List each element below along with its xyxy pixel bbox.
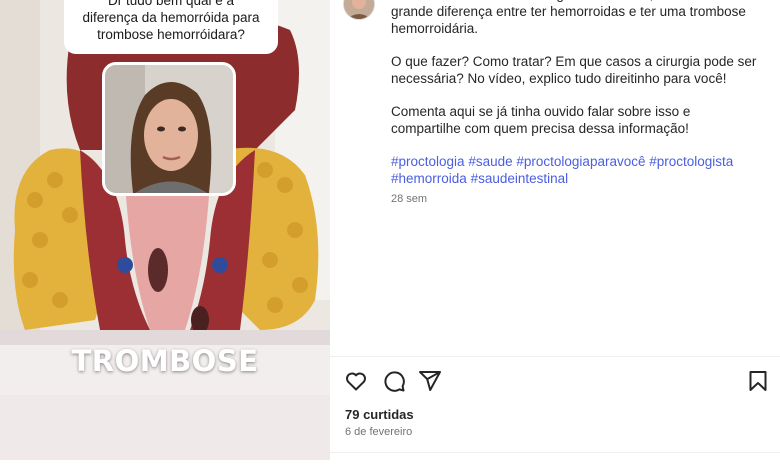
like-count[interactable]: 79 curtidas [345,407,414,422]
post-age: 28 sem [391,193,428,205]
like-button[interactable] [344,369,368,393]
caption-line-3: trombose hemorróidara? [97,27,245,42]
avatar[interactable] [343,0,375,20]
post-date: 6 de fevereiro [345,426,413,438]
caption-paragraph-3: Comenta aqui se já tinha ouvido falar so… [391,104,691,136]
video-overlay-title: TROMBOSE [71,344,259,378]
caption-line-2: diferença da hemorróida para [82,10,260,25]
hashtag-link[interactable]: #proctologiaparavocê [516,154,645,169]
hashtag-link[interactable]: #saudeintestinal [471,171,569,186]
presenter-video-overlay [102,62,236,196]
divider [330,452,780,453]
caption-line-1: Dr tudo bem qual e a [107,0,235,8]
action-bar [344,369,767,393]
comment-icon [384,371,405,392]
share-button[interactable] [418,369,442,393]
heart-icon [346,372,366,391]
share-icon [419,371,441,391]
hashtag-list: #proctologia #saude #proctologiaparavocê… [391,153,761,187]
post-caption: draclarissecasali Muita gente confunde, … [391,0,761,187]
hashtag-link[interactable]: #proctologista [649,154,733,169]
video-caption: Dr tudo bem qual e a diferença da hemorr… [64,0,278,54]
caption-paragraph-2: O que fazer? Como tratar? Em que casos a… [391,54,757,86]
hashtag-link[interactable]: #proctologia [391,154,465,169]
bookmark-icon [749,371,767,391]
hashtag-link[interactable]: #hemorroida [391,171,467,186]
post-media[interactable]: Dr tudo bem qual e a diferença da hemorr… [0,0,330,460]
presenter-face-image [105,65,233,193]
post-username[interactable]: draclarissecasali [391,0,500,2]
hashtag-link[interactable]: #saude [468,154,512,169]
caption-intro: draclarissecasali Muita gente confunde, … [391,0,761,37]
comment-button[interactable] [382,369,406,393]
save-button[interactable] [746,369,770,393]
post-details-panel: draclarissecasali Muita gente confunde, … [330,0,780,470]
divider [330,356,780,357]
caption-intro-text: Muita gente confunde, mas há uma grande … [391,0,746,36]
avatar-image [344,0,374,19]
